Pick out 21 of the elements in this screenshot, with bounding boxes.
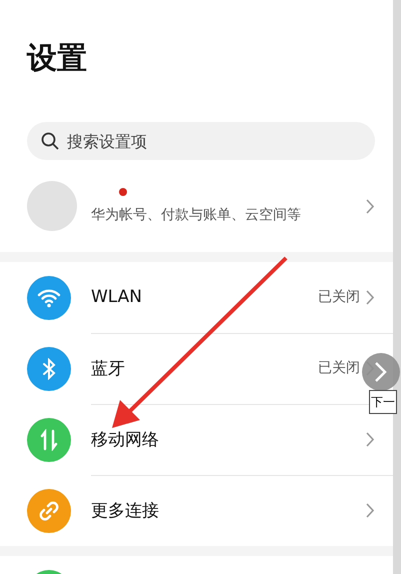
setting-label[interactable]: WLAN — [91, 287, 318, 307]
search-field[interactable]: 搜索设置项 — [27, 122, 375, 160]
account-subtitle: 华为帐号、付款与账单、云空间等 — [91, 206, 302, 224]
setting-status: 已关闭 — [318, 288, 360, 306]
setting-status: 已关闭 — [318, 359, 360, 377]
page-title: 设置 — [26, 40, 88, 78]
setting-label[interactable]: 更多连接 — [91, 499, 366, 522]
search-icon — [41, 132, 59, 150]
chevron-right-icon — [374, 361, 388, 383]
next-tooltip: 下一 — [369, 390, 397, 414]
link-icon — [38, 500, 60, 522]
chevron-icon — [366, 432, 375, 446]
setting-label[interactable]: 移动网络 — [91, 428, 366, 450]
up-down-arrows-icon — [40, 428, 58, 450]
wifi-icon — [37, 288, 61, 308]
chevron-icon — [366, 198, 375, 214]
chevron-icon — [366, 290, 375, 304]
setting-label[interactable]: 蓝牙 — [91, 356, 318, 380]
bluetooth-icon — [42, 358, 56, 380]
next-button[interactable] — [362, 353, 400, 391]
chevron-icon — [366, 503, 375, 518]
